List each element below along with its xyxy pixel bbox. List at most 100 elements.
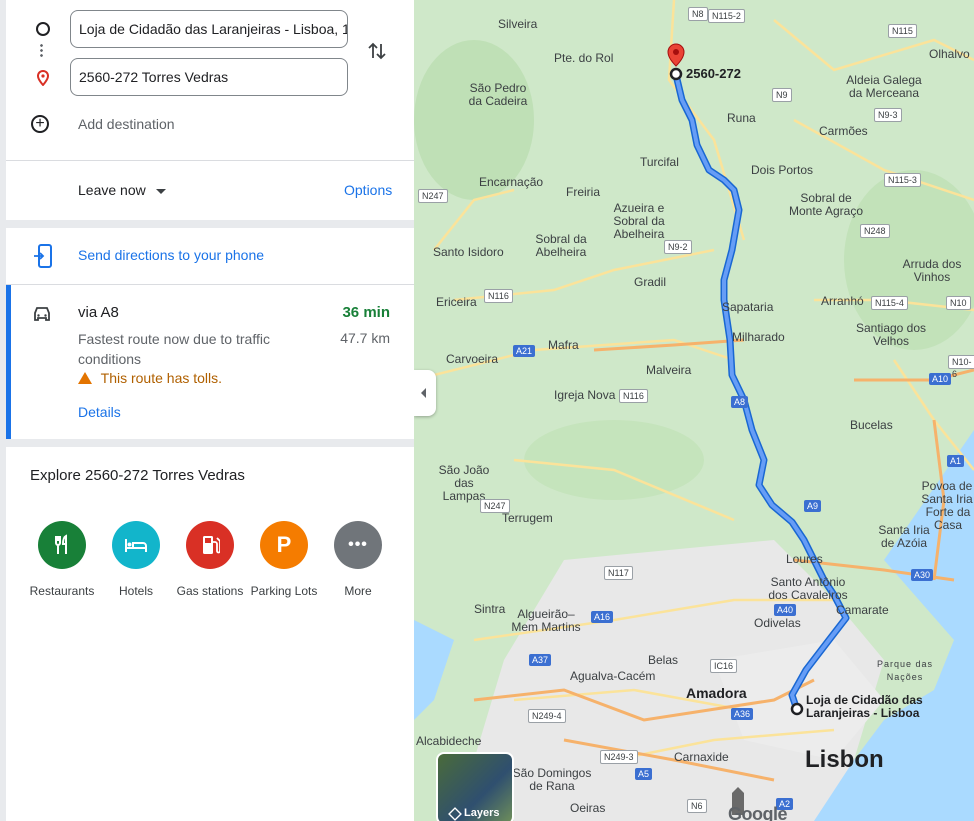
place-label: Agualva-Cacém (570, 669, 656, 683)
road-label: N248 (860, 224, 890, 238)
add-destination-button[interactable]: Add destination (78, 116, 175, 132)
layers-icon (448, 807, 462, 821)
swap-directions-icon[interactable] (367, 40, 387, 67)
leave-now-dropdown[interactable]: Leave now (78, 182, 166, 198)
category-gas-stations[interactable]: Gas stations (173, 521, 247, 598)
road-label: A16 (591, 611, 614, 623)
road-label: A8 (731, 396, 749, 408)
origin-marker-label: Loja de Cidadão das Laranjeiras - Lisboa (806, 693, 923, 720)
place-label: Malveira (646, 363, 692, 377)
place-label: Mafra (548, 338, 579, 352)
place-label: Sobral de Monte Agraço (788, 191, 864, 218)
hotel-icon (112, 521, 160, 569)
explore-title: Explore 2560-272 Torres Vedras (30, 467, 245, 484)
destination-marker-label: 2560-272 (686, 66, 741, 81)
selected-route-bar (6, 285, 11, 439)
route-dots-icon (40, 43, 43, 59)
place-label: Encarnação (479, 175, 544, 189)
place-label: Carvoeira (446, 352, 499, 366)
category-label: Restaurants (29, 584, 95, 598)
details-link[interactable]: Details (78, 404, 121, 420)
place-label: São Pedro da Cadeira (468, 81, 528, 108)
route-description: Fastest route now due to traffic conditi… (78, 331, 270, 367)
place-label: Igreja Nova (554, 388, 616, 402)
place-label: Terrugem (502, 511, 553, 525)
route-name: via A8 (78, 304, 119, 321)
category-more[interactable]: ••• More (321, 521, 395, 598)
place-label: Carnaxide (674, 750, 729, 764)
place-label: Sapataria (722, 300, 774, 314)
road-label: IC16 (710, 659, 738, 673)
road-label: N115-4 (871, 296, 908, 310)
place-label: Azueira e Sobral da Abelheira (613, 201, 665, 241)
layers-button[interactable]: Layers (436, 752, 514, 821)
place-label: Santo Isidoro (433, 245, 504, 259)
place-label: Loures (786, 552, 823, 566)
category-restaurants[interactable]: Restaurants (25, 521, 99, 598)
chevron-left-icon (421, 388, 426, 398)
place-label: Povoa de Santa Iria (921, 479, 973, 506)
road-label: A5 (635, 768, 653, 780)
road-label: A10 (929, 373, 952, 385)
place-label: Turcifal (640, 155, 679, 169)
place-label: Algueirão–Mem Martins (511, 607, 581, 634)
send-to-phone-label: Send directions to your phone (78, 247, 265, 263)
place-label: Gradil (634, 275, 667, 289)
category-label: More (344, 584, 372, 598)
map-canvas[interactable]: Silveira Pte. do Rol São Pedro da Cadeir… (414, 0, 974, 821)
city-label-lisbon: Lisbon (805, 746, 884, 773)
road-label: N9-3 (874, 108, 902, 122)
road-label: A30 (911, 569, 934, 581)
road-label: N247 (418, 189, 448, 203)
add-destination-icon[interactable]: + (31, 115, 49, 133)
destination-input[interactable]: 2560-272 Torres Vedras (70, 58, 348, 96)
options-button[interactable]: Options (344, 182, 392, 198)
road-label: A36 (731, 708, 754, 720)
chevron-down-icon (155, 188, 166, 194)
layers-label: Layers (464, 807, 500, 819)
place-label: Arruda dos Vinhos (902, 257, 962, 284)
road-label: N8 (688, 7, 708, 21)
road-label: N6 (687, 799, 707, 813)
place-label: Silveira (498, 17, 538, 31)
place-label: Parque das Nações (876, 659, 934, 682)
road-label: N116 (484, 289, 513, 303)
place-label: Santiago dos Velhos (855, 321, 927, 348)
road-label: N10 (946, 296, 971, 310)
destination-pin-icon (36, 69, 50, 91)
category-hotels[interactable]: Hotels (99, 521, 173, 598)
road-label: N9-2 (664, 240, 692, 254)
route-card[interactable]: via A8 36 min 47.7 km Fastest route now … (6, 285, 414, 439)
send-to-phone-row[interactable]: Send directions to your phone (6, 228, 414, 284)
category-label: Gas stations (176, 584, 244, 598)
tolls-warning-text: This route has tolls. (100, 370, 223, 386)
road-label: A40 (774, 604, 797, 616)
road-label: N115 (888, 24, 917, 38)
road-label: A9 (804, 500, 822, 512)
phone-icon (33, 244, 53, 273)
road-label: N115-3 (884, 173, 921, 187)
collapse-panel-button[interactable] (414, 370, 436, 416)
place-label: Runa (727, 111, 756, 125)
separator (6, 220, 414, 228)
category-parking-lots[interactable]: P Parking Lots (247, 521, 321, 598)
place-label: Carmões (819, 124, 868, 138)
place-label: Arranhó (821, 294, 864, 308)
road-label: A1 (947, 455, 965, 467)
place-label: Dois Portos (751, 163, 814, 177)
place-label: Milharado (732, 330, 785, 344)
place-label: Santo Antônio dos Cavaleiros (768, 575, 848, 602)
google-logo: Google (728, 804, 788, 821)
gas-station-icon (186, 521, 234, 569)
place-label: São João das Lampas (438, 463, 490, 503)
directions-inputs: Loja de Cidadão das Laranjeiras - Lisboa… (6, 0, 414, 160)
place-label: Amadora (686, 685, 747, 701)
inputs-divider (6, 160, 414, 161)
category-label: Hotels (118, 584, 153, 598)
place-label: Pte. do Rol (554, 51, 614, 65)
place-label: Bucelas (850, 418, 893, 432)
origin-input[interactable]: Loja de Cidadão das Laranjeiras - Lisboa… (70, 10, 348, 48)
road-label: N117 (604, 566, 633, 580)
route-distance: 47.7 km (340, 330, 390, 346)
road-label: A37 (529, 654, 552, 666)
